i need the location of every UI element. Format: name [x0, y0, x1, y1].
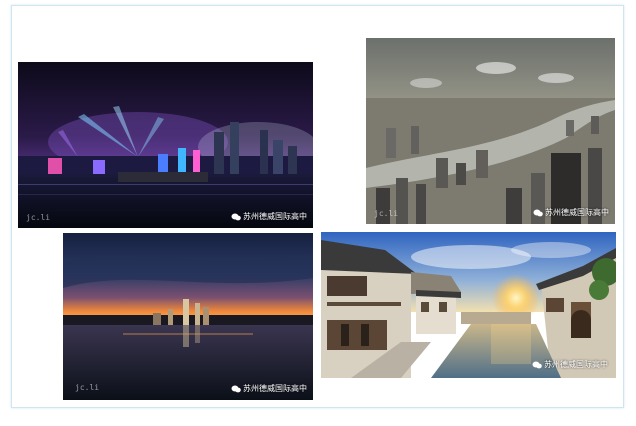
photo-aerial-city[interactable]: jc.li 苏州德威国际高中 [366, 38, 615, 224]
photo-signature: jc.li [374, 209, 399, 218]
watermark-text: 苏州德威国际高中 [544, 360, 608, 369]
sunset-lake-image [63, 233, 313, 400]
photo-night-skyline[interactable]: jc.li 苏州德威国际高中 [18, 62, 313, 228]
photo-signature: jc.li [26, 213, 51, 222]
watermark: 苏州德威国际高中 [231, 211, 307, 222]
watermark-text: 苏州德威国际高中 [545, 208, 609, 217]
aerial-city-image [366, 38, 615, 224]
photo-sunset-lake[interactable]: jc.li 苏州德威国际高中 [63, 233, 313, 400]
watermark: 苏州德威国际高中 [532, 359, 608, 370]
wechat-icon [532, 361, 542, 369]
watermark: 苏州德威国际高中 [231, 383, 307, 394]
water-town-image [321, 232, 616, 378]
wechat-icon [231, 213, 241, 221]
wechat-icon [231, 385, 241, 393]
watermark-text: 苏州德威国际高中 [243, 212, 307, 221]
watermark: 苏州德威国际高中 [533, 207, 609, 218]
photo-signature: jc.li [75, 383, 100, 392]
watermark-text: 苏州德威国际高中 [243, 384, 307, 393]
wechat-icon [533, 209, 543, 217]
photo-water-town[interactable]: 苏州德威国际高中 [321, 232, 616, 378]
night-skyline-image [18, 62, 313, 228]
